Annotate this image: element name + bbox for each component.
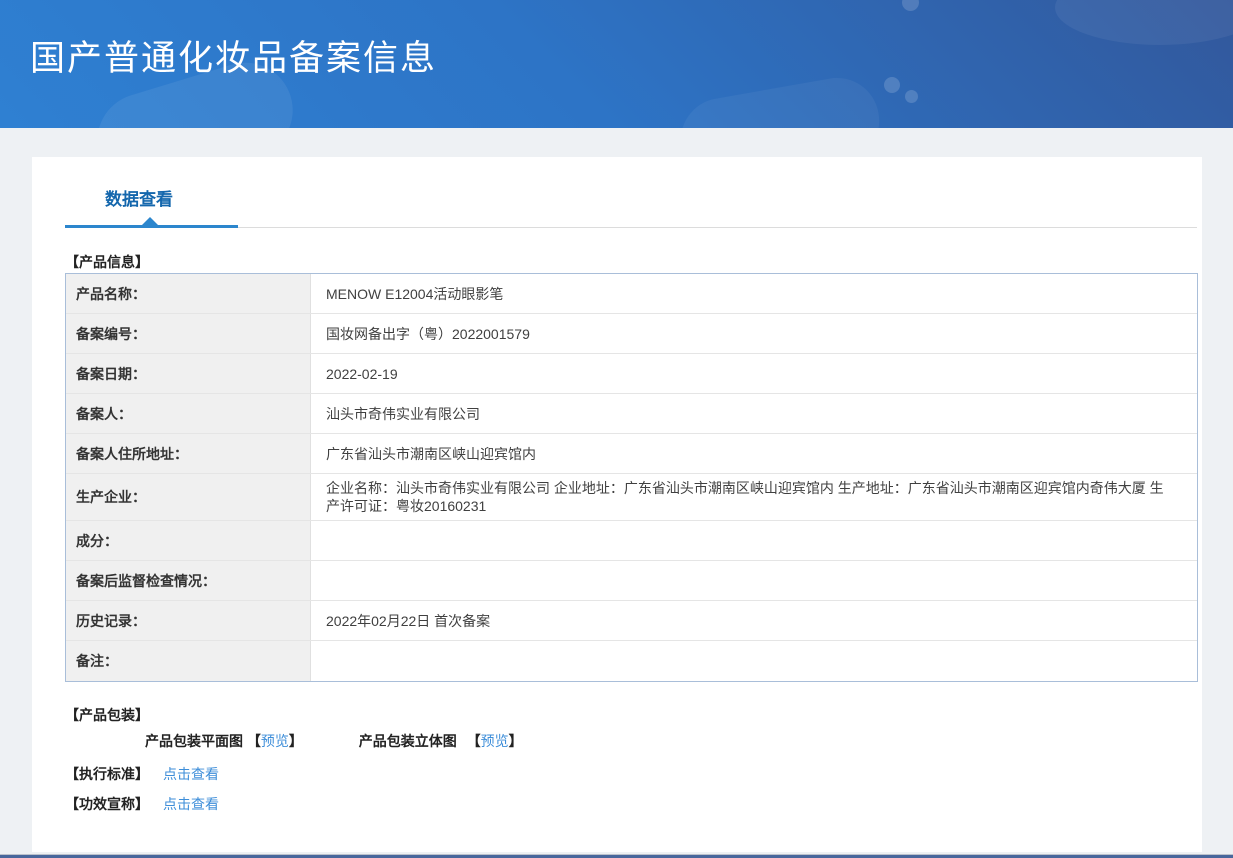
table-row: 产品名称： MENOW E12004活动眼影笔 <box>66 274 1197 314</box>
table-row: 成分： <box>66 521 1197 561</box>
field-label: 备案后监督检查情况： <box>66 561 311 600</box>
field-label: 生产企业： <box>66 474 311 520</box>
field-label: 产品名称： <box>66 274 311 313</box>
section-title-product-info: 【产品信息】 <box>65 254 149 270</box>
product-info-table: 产品名称： MENOW E12004活动眼影笔 备案编号： 国妆网备出字（粤）2… <box>65 273 1198 682</box>
bracket-open: 【 <box>246 733 261 749</box>
banner-decoration-dot <box>905 90 918 103</box>
field-value: 企业名称：汕头市奇伟实业有限公司 企业地址：广东省汕头市潮南区峡山迎宾馆内 生产… <box>326 480 1164 514</box>
table-row: 备注： <box>66 641 1197 681</box>
table-row: 备案人住所地址： 广东省汕头市潮南区峡山迎宾馆内 <box>66 434 1197 474</box>
packaging-item-flat: 产品包装平面图 【预览】 <box>145 733 307 749</box>
section-title-standards: 【执行标准】 <box>65 766 149 782</box>
field-value: 汕头市奇伟实业有限公司 <box>326 405 480 422</box>
field-label: 成分： <box>66 521 311 560</box>
preview-link-flat[interactable]: 预览 <box>261 733 289 749</box>
section-title-efficacy: 【功效宣称】 <box>65 796 149 812</box>
field-label: 备案日期： <box>66 354 311 393</box>
field-label: 备案编号： <box>66 314 311 353</box>
packaging-item-label: 产品包装平面图 <box>145 733 243 749</box>
table-row: 备案后监督检查情况： <box>66 561 1197 601</box>
field-label: 备案人： <box>66 394 311 433</box>
header-banner: 国产普通化妆品备案信息 <box>0 0 1233 128</box>
table-row: 备案日期： 2022-02-19 <box>66 354 1197 394</box>
table-row: 历史记录： 2022年02月22日 首次备案 <box>66 601 1197 641</box>
page-title: 国产普通化妆品备案信息 <box>30 39 438 78</box>
field-value: 2022-02-19 <box>326 365 398 382</box>
tab-active-underline <box>65 225 238 228</box>
banner-decoration-dot <box>884 77 900 93</box>
field-label: 备注： <box>66 641 311 681</box>
field-label: 备案人住所地址： <box>66 434 311 473</box>
field-value <box>311 561 1197 600</box>
bracket-close: 】 <box>288 733 303 749</box>
field-value: 国妆网备出字（粤）2022001579 <box>326 325 530 342</box>
packaging-item-3d: 产品包装立体图 【预览】 <box>359 733 523 749</box>
packaging-links-row: 产品包装平面图 【预览】 产品包装立体图 【预览】 <box>145 731 523 751</box>
efficacy-view-link[interactable]: 点击查看 <box>163 796 219 812</box>
banner-decoration-band-center <box>674 71 886 128</box>
table-row: 生产企业： 企业名称：汕头市奇伟实业有限公司 企业地址：广东省汕头市潮南区峡山迎… <box>66 474 1197 521</box>
section-title-packaging: 【产品包装】 <box>65 707 149 723</box>
bracket-open: 【 <box>466 733 481 749</box>
field-value: 广东省汕头市潮南区峡山迎宾馆内 <box>326 445 536 462</box>
table-row: 备案人： 汕头市奇伟实业有限公司 <box>66 394 1197 434</box>
field-value: MENOW E12004活动眼影笔 <box>326 285 504 302</box>
field-value <box>311 641 1197 681</box>
content-card: 数据查看 【产品信息】 产品名称： MENOW E12004活动眼影笔 备案编号… <box>32 157 1202 852</box>
tab-data-view[interactable]: 数据查看 <box>105 185 173 210</box>
preview-link-3d[interactable]: 预览 <box>481 733 509 749</box>
field-label: 历史记录： <box>66 601 311 640</box>
banner-decoration-dot <box>902 0 919 11</box>
efficacy-row: 【功效宣称】 点击查看 <box>65 794 219 814</box>
bracket-close: 】 <box>508 733 523 749</box>
standards-view-link[interactable]: 点击查看 <box>163 766 219 782</box>
standards-row: 【执行标准】 点击查看 <box>65 764 219 784</box>
table-row: 备案编号： 国妆网备出字（粤）2022001579 <box>66 314 1197 354</box>
tab-active-caret-icon <box>142 217 158 225</box>
field-value: 2022年02月22日 首次备案 <box>326 612 491 629</box>
packaging-item-label: 产品包装立体图 <box>358 733 457 749</box>
banner-decoration-ellipse-right <box>1055 0 1233 45</box>
field-value <box>311 521 1197 560</box>
